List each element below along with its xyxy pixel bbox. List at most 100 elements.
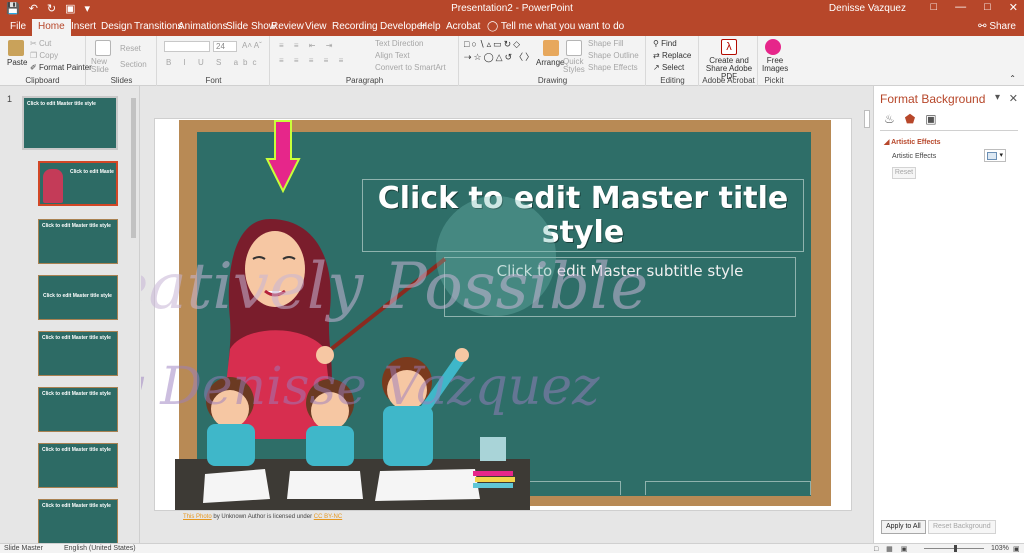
tab-developer[interactable]: Developer [380,21,426,32]
replace-label: Replace [661,51,692,60]
zoom-slider-thumb[interactable] [954,545,957,552]
copy-button[interactable]: ❐ Copy [30,51,58,60]
select-button[interactable]: ↗ Select [653,63,684,72]
paste-icon[interactable] [8,40,24,56]
find-button[interactable]: ⚲ Find [653,39,677,48]
select-icon: ↗ [653,63,660,72]
view-mode-status: Slide Master [4,545,43,552]
artistic-effects-section[interactable]: ◢ Artistic Effects [884,138,940,146]
layout-thumbnail[interactable]: Click to edit Master title style [38,161,118,206]
font-size-combo[interactable]: 24 [213,41,237,52]
layout-thumbnail[interactable]: Click to edit Master title style [38,331,118,376]
zoom-level[interactable]: 103% [991,545,1009,552]
layout-thumbnail[interactable]: Click to edit Master title style [38,443,118,488]
tab-review[interactable]: Review [271,21,304,32]
replace-button[interactable]: ⇄ Replace [653,51,691,60]
align-buttons[interactable]: ≡ ≡ ≡ ≡ ≡ [279,56,347,65]
new-slide-button[interactable]: New Slide [91,58,119,74]
close-icon[interactable]: ✕ [1009,1,1018,14]
reset-artistic-button[interactable]: Reset [892,167,916,179]
cut-button[interactable]: ✂ Cut [30,39,51,48]
thumbnails-scrollbar[interactable] [130,90,137,535]
tab-view[interactable]: View [305,21,327,32]
paragraph-group-label: Paragraph [345,76,384,85]
format-painter-button[interactable]: ✐ Format Painter [30,63,92,72]
fill-bucket-icon[interactable]: ♨ [884,112,895,126]
new-slide-icon[interactable] [95,40,111,56]
canvas-scroll-thumb[interactable] [864,110,870,128]
footer-placeholder[interactable] [645,481,811,495]
language-status[interactable]: English (United States) [64,545,136,552]
pickit-icon[interactable] [765,39,781,55]
canvas-vertical-scrollbar[interactable] [862,86,872,543]
tab-transitions[interactable]: Transitions [134,21,183,32]
artistic-effects-dropdown[interactable]: ▾ [984,149,1006,162]
shape-effects-button[interactable]: Shape Effects [588,63,638,72]
grow-font-icon[interactable]: A˄ Aˇ [242,41,262,50]
picture-icon[interactable]: ▣ [925,112,936,126]
ribbon-display-options-icon[interactable]: □ [930,1,937,14]
font-name-combo[interactable] [164,41,210,52]
thumbnail-title: Click to edit Master title style [42,447,111,453]
list-buttons[interactable]: ≡ ≡ ⇤ ⇥ [279,41,336,50]
tab-slide-show[interactable]: Slide Show [226,21,276,32]
slide-thumbnails-pane[interactable]: 1 Click to edit Master title style Click… [0,86,140,543]
thumbnails-scroll-thumb[interactable] [131,98,136,238]
tell-me-search[interactable]: ◯ Tell me what you want to do [487,21,624,32]
slide-master-number: 1 [7,94,13,104]
slide[interactable]: Click to edit Master title style Click t… [154,118,852,511]
layout-thumbnail[interactable]: Click to edit Master title style [38,275,118,320]
free-images-button[interactable]: Free Images [762,57,788,73]
user-name[interactable]: Denisse Vazquez [829,3,906,14]
tab-help[interactable]: Help [420,21,441,32]
shapes-gallery[interactable]: □○∖▵▭↻◇ ⇢☆◯△↺〈〉 [464,39,536,63]
tab-file[interactable]: File [10,21,26,32]
shape-outline-button[interactable]: Shape Outline [588,51,639,60]
tab-design[interactable]: Design [101,21,132,32]
window-controls: □ — □ ✕ [930,1,1018,14]
section-button[interactable]: Section [120,60,147,69]
image-attribution: This Photo by Unknown Author is licensed… [183,514,342,520]
share-button[interactable]: ⚯ Share [978,21,1016,32]
layout-thumbnail[interactable]: Click to edit Master title style [38,219,118,264]
arrange-icon[interactable] [543,40,559,56]
paste-button[interactable]: Paste [7,58,27,67]
title-bar: 💾 ↶ ↻ ▣ ▾ Presentation2 - PowerPoint Den… [0,0,1024,18]
tab-insert[interactable]: Insert [71,21,96,32]
quick-styles-icon[interactable] [566,40,582,56]
slide-master-thumbnail[interactable]: Click to edit Master title style [22,96,118,150]
collapse-ribbon-icon[interactable]: ⌃ [1009,74,1016,83]
tab-acrobat[interactable]: Acrobat [446,21,480,32]
quick-styles-button[interactable]: Quick Styles [563,58,585,74]
thumbnail-title: Click to edit Master title style [42,335,111,341]
photo-link[interactable]: This Photo [183,514,212,520]
font-format-buttons[interactable]: B I U S abc [166,58,261,67]
shape-fill-button[interactable]: Shape Fill [588,39,624,48]
text-direction-button[interactable]: Text Direction [375,39,423,48]
drawing-group-label: Drawing [537,76,568,85]
minimize-icon[interactable]: — [955,1,966,14]
align-text-button[interactable]: Align Text [375,51,410,60]
pane-options-icon[interactable]: ▾ [995,92,1000,103]
convert-smartart-button[interactable]: Convert to SmartArt [375,63,446,72]
student-face [311,392,349,430]
attribution-text: by Unknown Author is licensed under [211,514,314,520]
view-buttons[interactable]: □ ▦ ▣ [874,545,910,553]
adobe-pdf-icon[interactable]: λ [721,39,737,55]
acrobat-group-label: Adobe Acrobat [702,76,755,85]
brush-icon: ✐ [30,63,37,72]
tab-home[interactable]: Home [32,19,71,36]
tab-recording[interactable]: Recording [332,21,378,32]
fit-to-window-icon[interactable]: ▣ [1013,545,1020,553]
maximize-icon[interactable]: □ [984,1,991,14]
arrange-button[interactable]: Arrange [536,58,564,67]
effects-pentagon-icon[interactable]: ⬟ [905,112,915,126]
license-link[interactable]: CC BY-NC [314,514,342,520]
apply-to-all-button[interactable]: Apply to All [881,520,926,534]
layout-thumbnail[interactable]: Click to edit Master title style [38,387,118,432]
reset-button[interactable]: Reset [120,44,141,53]
layout-thumbnail[interactable]: Click to edit Master title style [38,499,118,543]
close-pane-icon[interactable]: ✕ [1009,92,1018,105]
reset-background-button[interactable]: Reset Background [928,520,996,534]
tab-animations[interactable]: Animations [178,21,227,32]
